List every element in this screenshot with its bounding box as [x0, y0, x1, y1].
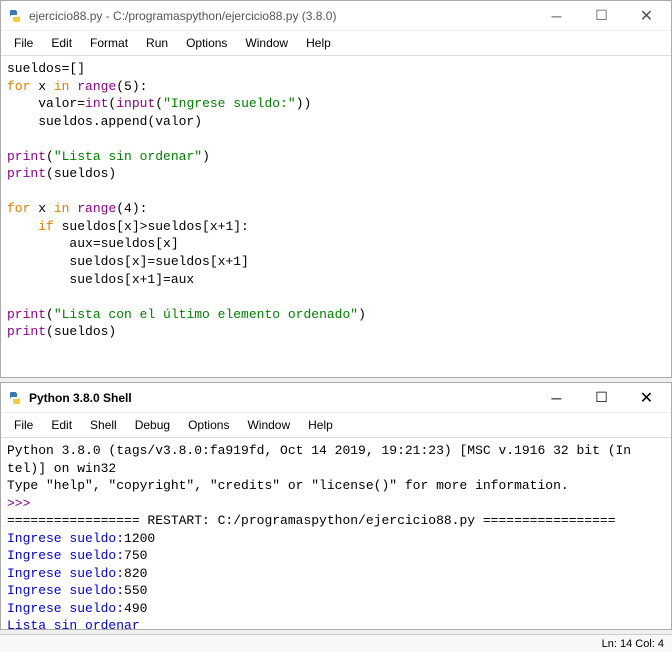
python-icon [7, 8, 23, 24]
shell-window: Python 3.8.0 Shell ─ ☐ ✕ File Edit Shell… [0, 382, 672, 630]
banner-line: Python 3.8.0 (tags/v3.8.0:fa919fd, Oct 1… [7, 443, 631, 458]
menu-edit[interactable]: Edit [42, 33, 81, 53]
input-prompt: Ingrese sueldo: [7, 548, 124, 563]
menu-edit[interactable]: Edit [42, 415, 81, 435]
minimize-button[interactable]: ─ [534, 2, 579, 30]
code-line: aux=sueldos[x] [7, 236, 179, 251]
maximize-button[interactable]: ☐ [579, 2, 624, 30]
fn-input: input [116, 96, 155, 111]
banner-line: Type "help", "copyright", "credits" or "… [7, 478, 569, 493]
code-line: sueldos[x]=sueldos[x+1] [7, 254, 249, 269]
editor-menubar: File Edit Format Run Options Window Help [1, 31, 671, 56]
input-value: 750 [124, 548, 147, 563]
editor-code[interactable]: sueldos=[] for x in range(5): valor=int(… [1, 56, 671, 377]
kw-in: in [54, 201, 70, 216]
minimize-button[interactable]: ─ [534, 384, 579, 412]
cursor-position: Ln: 14 Col: 4 [602, 638, 664, 650]
menu-file[interactable]: File [5, 33, 42, 53]
str-literal: "Lista con el último elemento ordenado" [54, 307, 358, 322]
maximize-button[interactable]: ☐ [579, 384, 624, 412]
menu-format[interactable]: Format [81, 33, 137, 53]
menu-options[interactable]: Options [179, 415, 238, 435]
fn-print: print [7, 324, 46, 339]
code-line: sueldos.append(valor) [7, 114, 202, 129]
input-prompt: Ingrese sueldo: [7, 531, 124, 546]
editor-window: ejercicio88.py - C:/programaspython/ejer… [0, 0, 672, 378]
prompt: >>> [7, 496, 30, 511]
menu-options[interactable]: Options [177, 33, 236, 53]
banner-line: tel)] on win32 [7, 461, 116, 476]
shell-output[interactable]: Python 3.8.0 (tags/v3.8.0:fa919fd, Oct 1… [1, 438, 671, 629]
code-line: sueldos[x+1]=aux [7, 272, 194, 287]
menu-run[interactable]: Run [137, 33, 177, 53]
input-value: 550 [124, 583, 147, 598]
input-prompt: Ingrese sueldo: [7, 601, 124, 616]
editor-titlebar: ejercicio88.py - C:/programaspython/ejer… [1, 1, 671, 31]
menu-file[interactable]: File [5, 415, 42, 435]
restart-line: ================= RESTART: C:/programasp… [7, 513, 616, 528]
kw-if: if [38, 219, 54, 234]
python-icon [7, 390, 23, 406]
kw-in: in [54, 79, 70, 94]
code-line: sueldos=[] [7, 61, 85, 76]
input-value: 490 [124, 601, 147, 616]
input-prompt: Ingrese sueldo: [7, 566, 124, 581]
output-header: Lista sin ordenar [7, 618, 140, 629]
fn-range: range [77, 79, 116, 94]
menu-help[interactable]: Help [297, 33, 340, 53]
menu-window[interactable]: Window [238, 415, 299, 435]
fn-print: print [7, 166, 46, 181]
kw-for: for [7, 79, 30, 94]
status-bar: Ln: 14 Col: 4 [0, 634, 672, 652]
fn-print: print [7, 307, 46, 322]
close-button[interactable]: ✕ [624, 384, 669, 412]
menu-help[interactable]: Help [299, 415, 342, 435]
editor-title: ejercicio88.py - C:/programaspython/ejer… [29, 9, 534, 23]
kw-for: for [7, 201, 30, 216]
shell-titlebar: Python 3.8.0 Shell ─ ☐ ✕ [1, 383, 671, 413]
menu-window[interactable]: Window [236, 33, 297, 53]
input-value: 1200 [124, 531, 155, 546]
fn-int: int [85, 96, 108, 111]
input-prompt: Ingrese sueldo: [7, 583, 124, 598]
str-literal: "Lista sin ordenar" [54, 149, 202, 164]
window-controls: ─ ☐ ✕ [534, 384, 669, 412]
menu-shell[interactable]: Shell [81, 415, 126, 435]
window-controls: ─ ☐ ✕ [534, 2, 669, 30]
input-value: 820 [124, 566, 147, 581]
str-literal: "Ingrese sueldo:" [163, 96, 296, 111]
shell-title: Python 3.8.0 Shell [29, 391, 534, 405]
close-button[interactable]: ✕ [624, 2, 669, 30]
menu-debug[interactable]: Debug [126, 415, 179, 435]
fn-print: print [7, 149, 46, 164]
fn-range: range [77, 201, 116, 216]
shell-menubar: File Edit Shell Debug Options Window Hel… [1, 413, 671, 438]
